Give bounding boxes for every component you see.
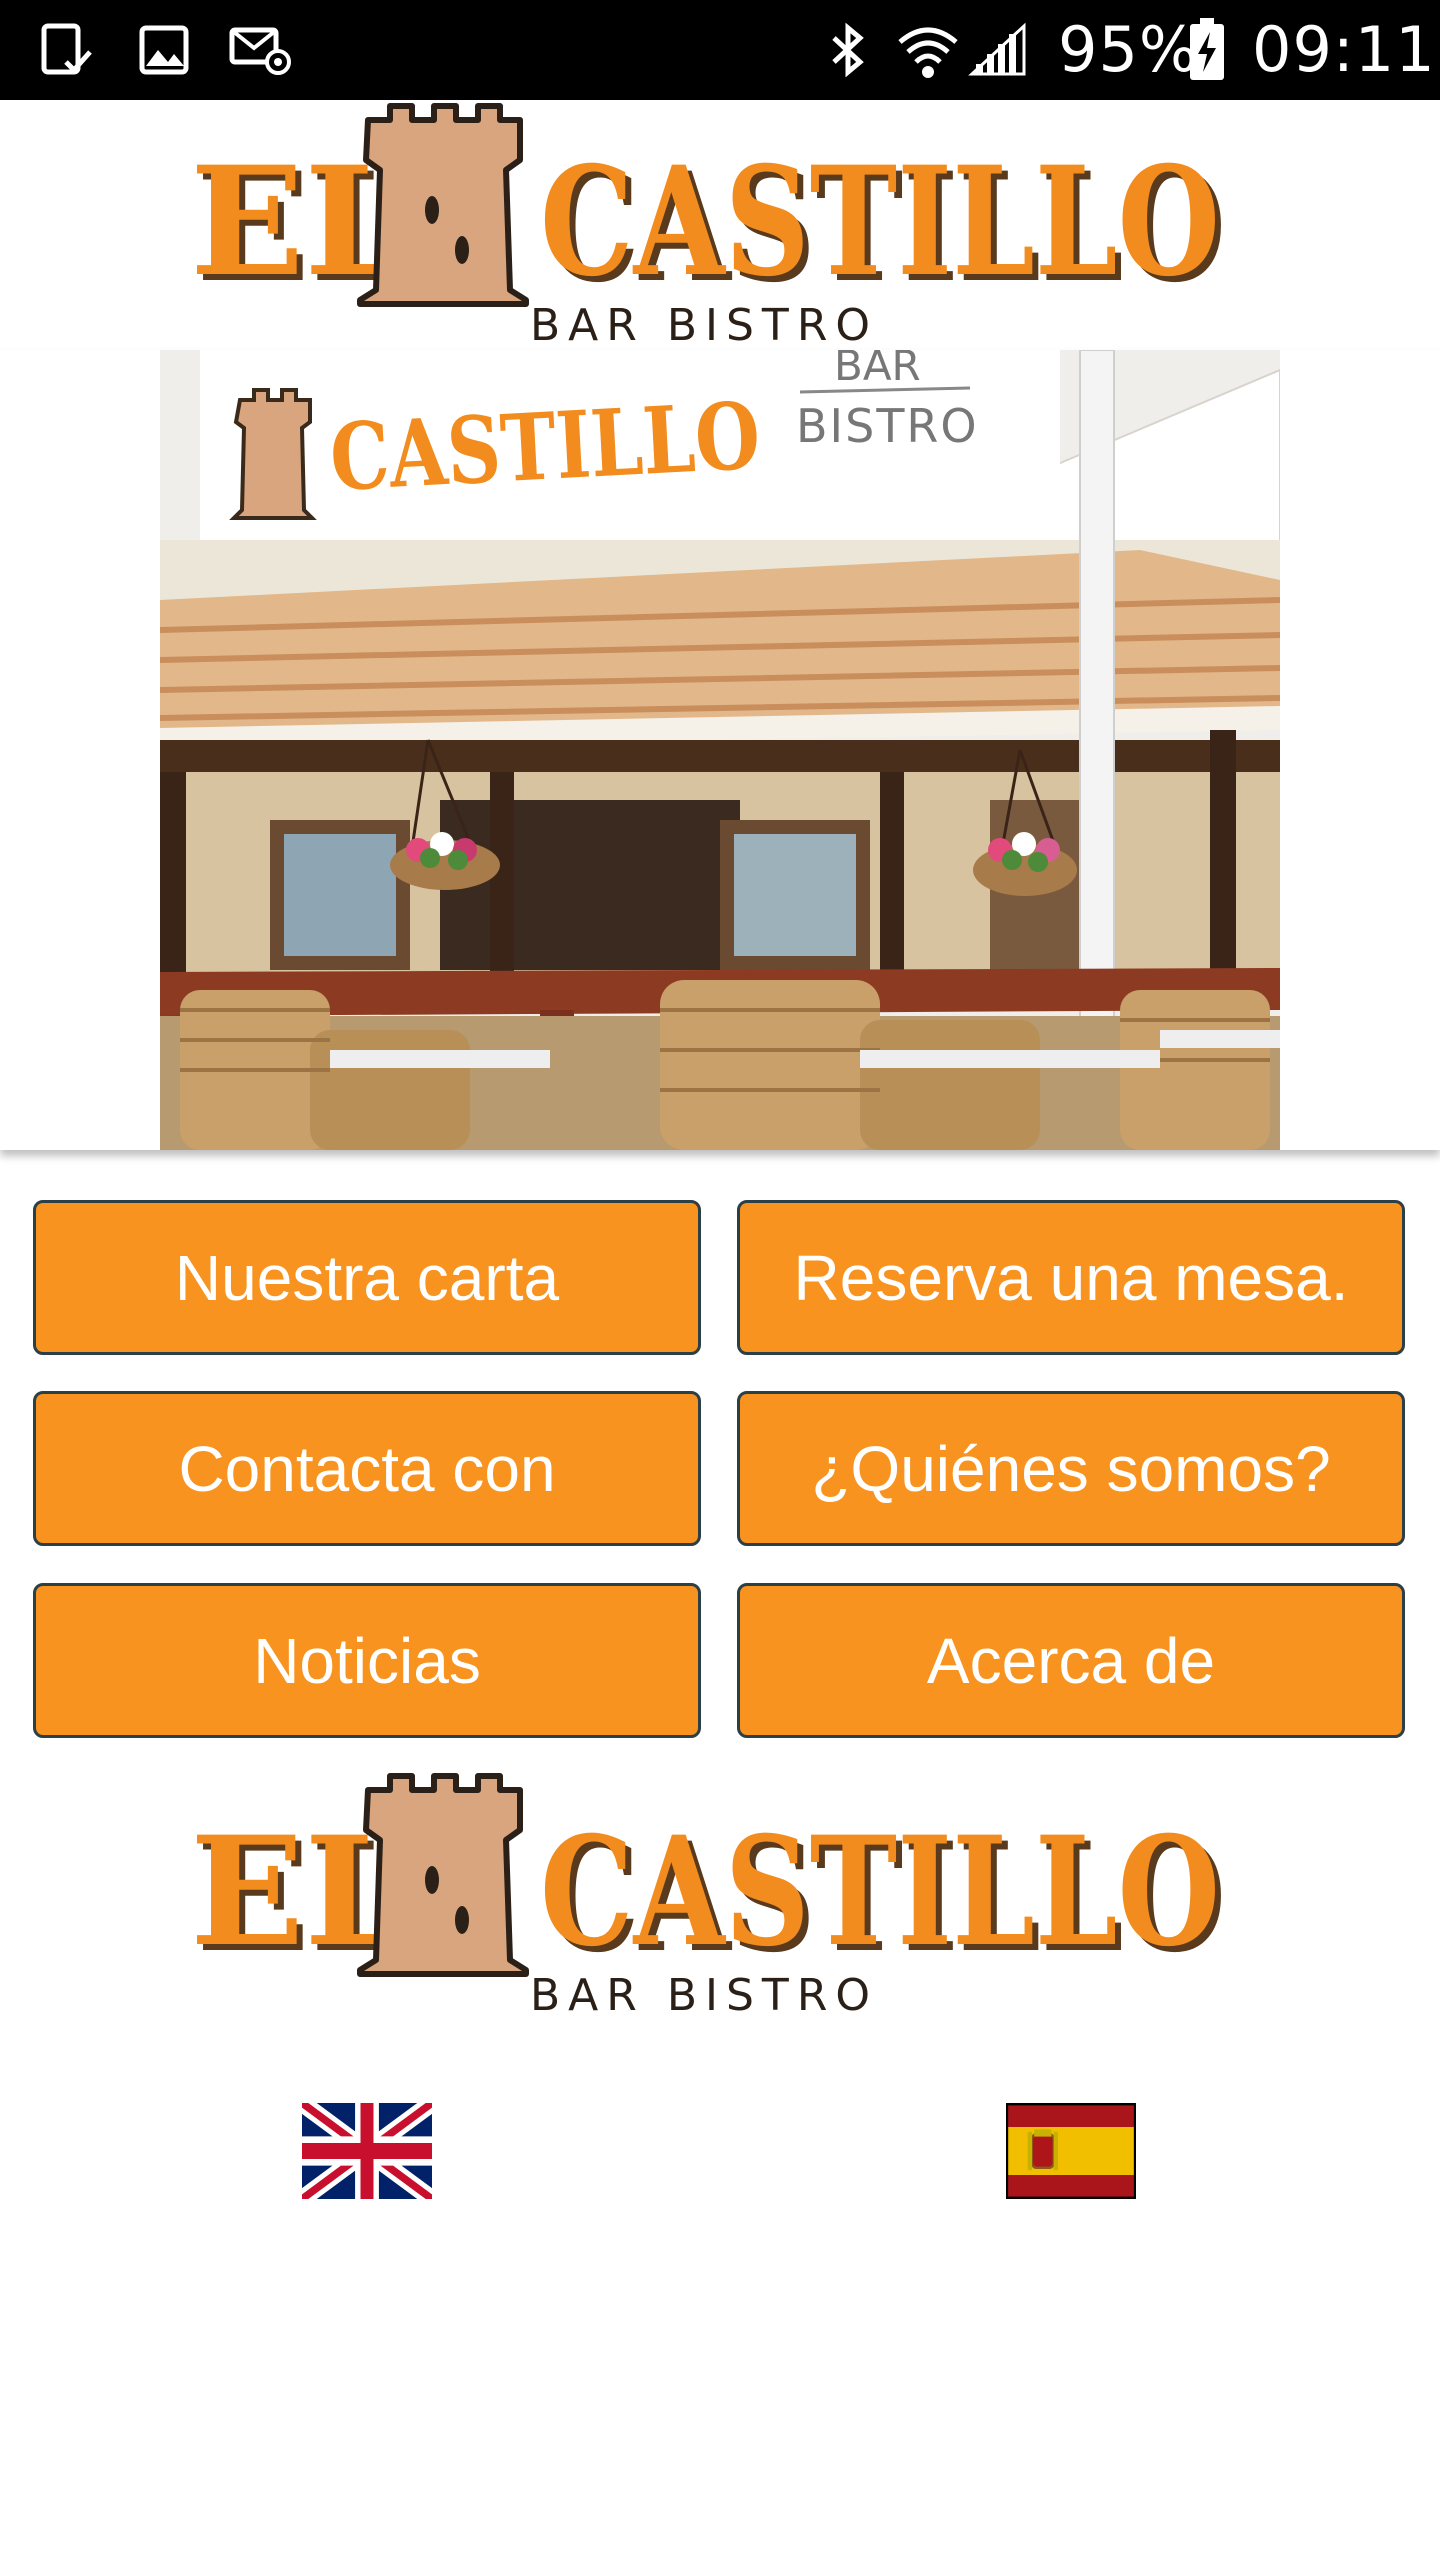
status-bar: 95% 09:11: [0, 0, 1440, 100]
svg-text:CASTILLO: CASTILLO: [540, 1804, 1220, 1980]
acerca-de-button[interactable]: Acerca de: [737, 1583, 1405, 1738]
wifi-icon: [896, 22, 960, 87]
reserva-mesa-button[interactable]: Reserva una mesa.: [737, 1200, 1405, 1355]
el-castillo-logo: EL EL CASTILLO CASTILLO BAR BISTRO: [190, 100, 1250, 350]
nuestra-carta-label: Nuestra carta: [174, 1241, 560, 1314]
logo-subtitle: BAR BISTRO: [530, 300, 878, 350]
acerca-de-label: Acerca de: [926, 1624, 1216, 1697]
tablet-check-icon: [38, 22, 94, 83]
logo-subtitle: BAR BISTRO: [530, 1970, 878, 2020]
logo-title-right: CASTILLO CASTILLO: [540, 1804, 1226, 1986]
clock: 09:11: [1252, 13, 1436, 86]
bluetooth-icon: [826, 22, 870, 83]
email-at-icon: [228, 22, 294, 83]
restaurant-photo-image: CASTILLO BAR BISTRO: [160, 350, 1280, 1150]
sign-bar: BAR: [834, 350, 921, 390]
svg-text:CASTILLO: CASTILLO: [540, 134, 1220, 310]
hero-photo-area: CASTILLO BAR BISTRO: [0, 350, 1440, 1150]
uk-flag-icon[interactable]: [302, 2103, 432, 2199]
spain-flag-icon[interactable]: [1006, 2103, 1136, 2199]
quienes-somos-label: ¿Quiénes somos?: [811, 1432, 1331, 1505]
sign-bistro: BISTRO: [796, 399, 979, 453]
restaurant-photo: CASTILLO BAR BISTRO: [160, 350, 1280, 1150]
nuestra-carta-button[interactable]: Nuestra carta: [33, 1200, 701, 1355]
sign-name: CASTILLO: [327, 382, 762, 512]
noticias-button[interactable]: Noticias: [33, 1583, 701, 1738]
logo-title-right: CASTILLO CASTILLO: [540, 134, 1226, 316]
noticias-label: Noticias: [253, 1624, 481, 1697]
image-icon: [136, 22, 192, 83]
reserva-mesa-label: Reserva una mesa.: [793, 1241, 1349, 1314]
contacta-button[interactable]: Contacta con: [33, 1391, 701, 1546]
castle-tower-icon: [357, 103, 529, 307]
sign-castle-icon: [229, 388, 317, 520]
battery-charging-icon: [1188, 18, 1226, 87]
battery-percent: 95%: [1058, 13, 1199, 86]
quienes-somos-button[interactable]: ¿Quiénes somos?: [737, 1391, 1405, 1546]
contacta-label: Contacta con: [178, 1432, 556, 1505]
signal-icon: [968, 22, 1028, 83]
castle-tower-icon: [357, 1773, 529, 1977]
el-castillo-logo-bottom: EL EL CASTILLO CASTILLO BAR BISTRO: [190, 1770, 1250, 2020]
